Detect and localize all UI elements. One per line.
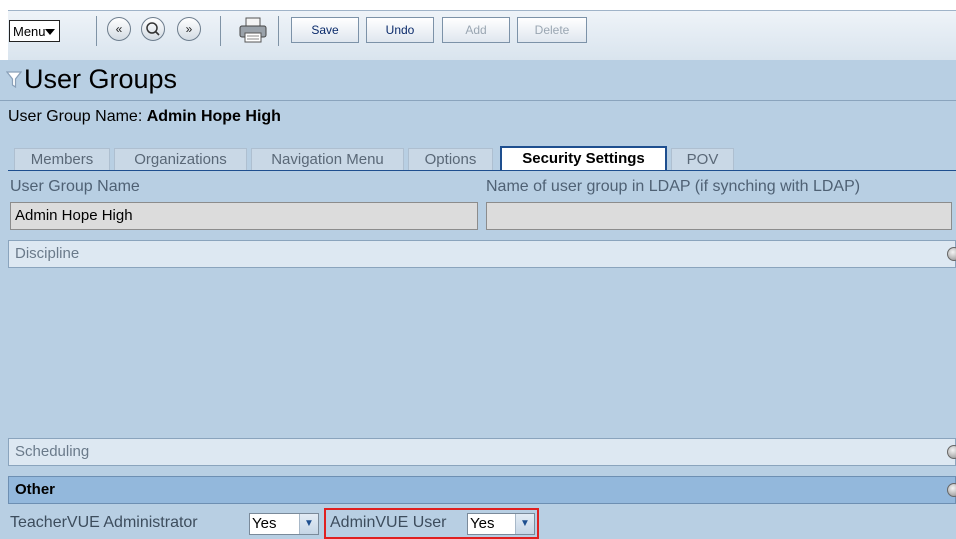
previous-button[interactable]: « [107,17,131,41]
tab-underline [8,170,956,171]
search-button[interactable] [141,17,165,41]
printer-icon [239,17,267,43]
teachervue-admin-label: TeacherVUE Administrator [10,514,198,531]
toolbar-separator [278,16,279,46]
next-icon: » [185,22,193,36]
section-toggle-icon[interactable] [947,483,956,497]
section-other[interactable]: Other [8,476,956,504]
adminvue-user-label: AdminVUE User [330,514,447,531]
menu-dropdown[interactable]: Menu [9,20,60,42]
section-scheduling[interactable]: Scheduling [8,438,956,466]
toolbar-separator [96,16,97,46]
previous-icon: « [115,22,123,36]
group-name-header-value: Admin Hope High [146,108,281,125]
tab-options[interactable]: Options [408,148,493,170]
section-toggle-icon[interactable] [947,445,956,459]
filter-icon[interactable] [6,71,22,89]
chevron-down-icon [45,29,55,35]
adminvue-user-value: Yes [470,515,495,532]
tab-pov[interactable]: POV [671,148,734,170]
teachervue-admin-value: Yes [252,515,277,532]
section-discipline[interactable]: Discipline [8,240,956,268]
title-bar: User Groups [0,60,956,101]
section-scheduling-label: Scheduling [15,443,90,460]
section-discipline-label: Discipline [15,245,80,262]
save-button[interactable]: Save [291,17,359,43]
tab-security-settings[interactable]: Security Settings [500,146,667,170]
tab-navigation-menu[interactable]: Navigation Menu [251,148,404,170]
search-icon [146,22,160,36]
tab-organizations[interactable]: Organizations [114,148,247,170]
teachervue-admin-select[interactable]: Yes ▼ [249,513,319,535]
menu-label: Menu [13,24,46,39]
section-other-label: Other [15,481,56,498]
section-toggle-icon[interactable] [947,247,956,261]
ldap-name-label: Name of user group in LDAP (if synching … [486,178,861,195]
delete-button[interactable]: Delete [517,17,587,43]
group-name-header: User Group Name: Admin Hope High [8,108,281,126]
ldap-name-field[interactable] [486,202,952,230]
user-group-name-label: User Group Name [10,178,140,195]
toolbar-separator [220,16,221,46]
next-button[interactable]: » [177,17,201,41]
page-title: User Groups [24,64,178,94]
print-button[interactable] [238,17,268,43]
add-button[interactable]: Add [442,17,510,43]
chevron-down-icon: ▼ [299,514,318,534]
adminvue-user-select[interactable]: Yes ▼ [467,513,535,535]
group-name-header-label: User Group Name: [8,108,143,125]
user-group-name-field[interactable]: Admin Hope High [10,202,478,230]
undo-button[interactable]: Undo [366,17,434,43]
tab-members[interactable]: Members [14,148,110,170]
chevron-down-icon: ▼ [515,514,534,534]
